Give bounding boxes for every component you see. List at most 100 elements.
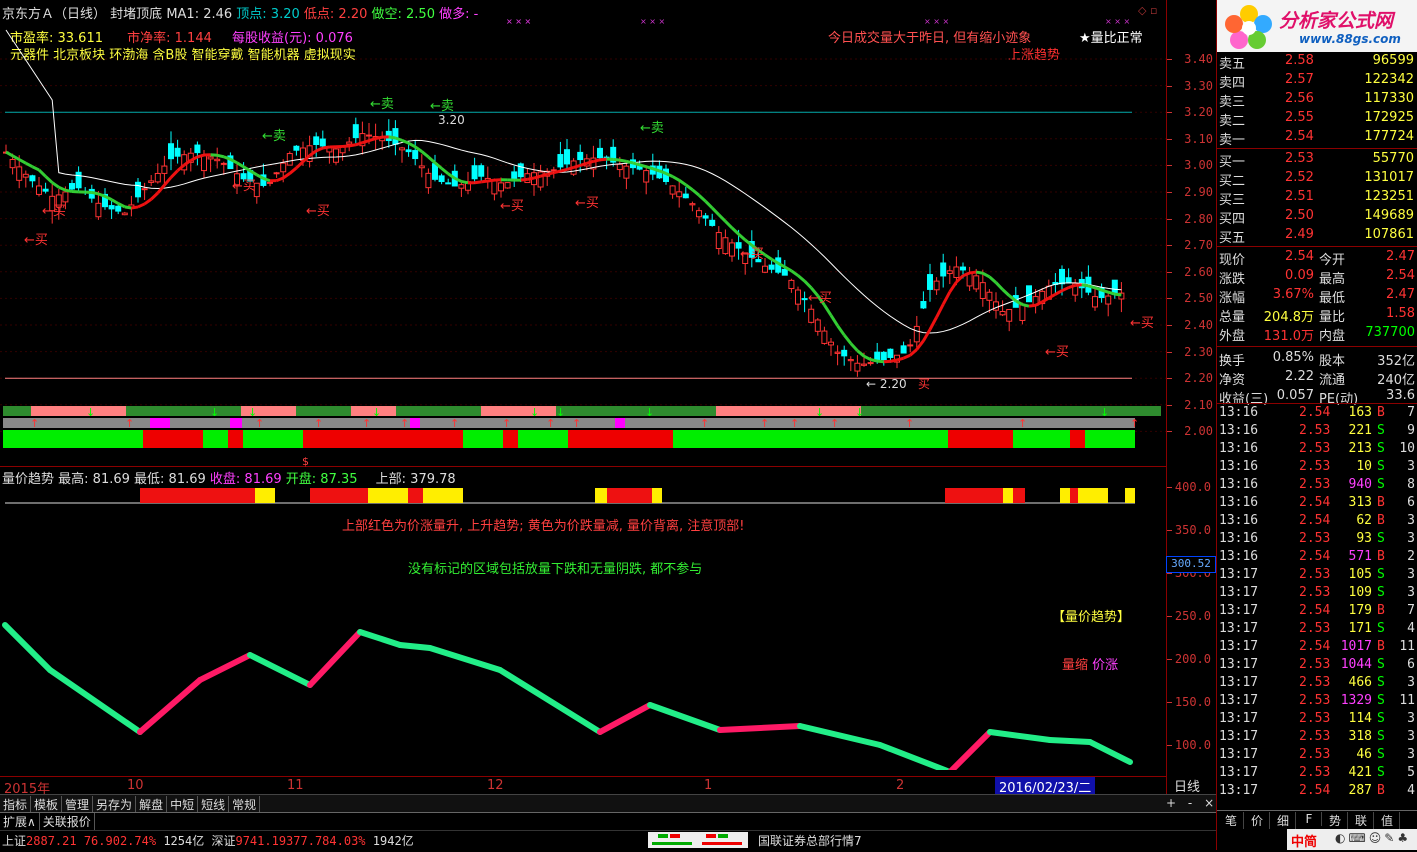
bid-row[interactable]: 买一2.5355770 xyxy=(1217,150,1417,169)
toolbar-button[interactable]: 常规 xyxy=(229,796,260,813)
ask-row[interactable]: 卖四2.57122342 xyxy=(1217,71,1417,90)
close-chart-button[interactable]: × xyxy=(1204,796,1214,810)
tick-side: S xyxy=(1377,693,1385,708)
right-tab[interactable]: 值 xyxy=(1375,812,1400,829)
ask-row[interactable]: 卖一2.54177724 xyxy=(1217,128,1417,147)
toolbar-button[interactable]: 解盘 xyxy=(136,796,167,813)
bid-row[interactable]: 买三2.51123251 xyxy=(1217,188,1417,207)
toolbar-button[interactable]: 短线 xyxy=(198,796,229,813)
toolbar-button[interactable]: 中短 xyxy=(167,796,198,813)
trend-line-segment xyxy=(541,174,548,176)
ask-row[interactable]: 卖三2.56117330 xyxy=(1217,90,1417,109)
zoom-in-button[interactable]: + xyxy=(1166,796,1176,810)
trend-line-segment xyxy=(851,343,858,350)
volume-trend-block xyxy=(310,488,368,503)
expand-tab[interactable]: 扩展∧ xyxy=(0,813,40,830)
ask-row[interactable]: 卖二2.55172925 xyxy=(1217,109,1417,128)
candle-body xyxy=(400,148,405,150)
low-buy-label: 买 xyxy=(918,377,930,391)
quote-row: 换手0.85%股本352亿 xyxy=(1217,349,1417,368)
right-tab[interactable]: F xyxy=(1297,812,1322,826)
trend-line-segment xyxy=(376,137,383,138)
trend-line-segment xyxy=(131,207,138,208)
lower-tick-label: 350.0 xyxy=(1175,523,1211,537)
price-tick-label: 2.30 xyxy=(1184,345,1213,359)
quote-label: 今开 xyxy=(1319,249,1345,268)
bid-row[interactable]: 买二2.52131017 xyxy=(1217,169,1417,188)
related-quote-tab[interactable]: 关联报价 xyxy=(40,813,95,830)
zoom-out-button[interactable]: - xyxy=(1188,796,1192,810)
main-chart-area[interactable]: 京东方Ａ（日线） 封堵顶底 MA1: 2.46 顶点: 3.20 低点: 2.2… xyxy=(0,0,1166,795)
price-tick-label: 2.80 xyxy=(1184,212,1213,226)
candle-body xyxy=(868,363,873,364)
toolbar-button[interactable]: 另存为 xyxy=(93,796,136,813)
ime-toolbar[interactable]: 中简 ◐⌨☺✎♣ xyxy=(1287,829,1417,850)
tick-side: B xyxy=(1377,549,1385,564)
period-label[interactable]: 日线 xyxy=(1174,776,1200,795)
tick-side: S xyxy=(1377,585,1385,600)
candle-body xyxy=(703,216,708,218)
volume-trend-block xyxy=(140,488,255,503)
tick-volume: 421 xyxy=(1349,765,1372,780)
price-tick-label: 2.70 xyxy=(1184,238,1213,252)
tick-time: 13:16 xyxy=(1219,423,1258,438)
price-tick-mark xyxy=(1167,298,1172,299)
tick-side: B xyxy=(1377,513,1385,528)
tick-count: 11 xyxy=(1399,639,1415,654)
logo-url: www.88gs.com xyxy=(1299,32,1401,46)
price-tick-mark xyxy=(1167,139,1172,140)
right-tab[interactable]: 细 xyxy=(1271,812,1296,829)
up-arrow-icon: ↑ xyxy=(572,417,581,430)
trend-line-segment xyxy=(805,281,812,288)
tick-price: 2.53 xyxy=(1299,567,1330,582)
tick-volume: 171 xyxy=(1349,621,1372,636)
tick-count: 3 xyxy=(1407,675,1415,690)
sz-value: 9741.19 xyxy=(235,834,286,848)
tick-side: S xyxy=(1377,657,1385,672)
buy-marker: ←买 xyxy=(42,204,66,219)
candle-body xyxy=(855,363,860,371)
candle-body xyxy=(122,213,127,215)
up-arrow-icon: ↑ xyxy=(30,417,39,430)
quote-label: 内盘 xyxy=(1319,325,1345,344)
right-tab[interactable]: 势 xyxy=(1323,812,1348,829)
trend-line-segment xyxy=(567,167,574,169)
bid-row[interactable]: 买四2.50149689 xyxy=(1217,207,1417,226)
bid-row[interactable]: 买五2.49107861 xyxy=(1217,226,1417,245)
right-tab[interactable]: 笔 xyxy=(1219,812,1244,829)
candle-body xyxy=(551,170,556,171)
candle-body xyxy=(914,326,919,341)
lower-tick-mark xyxy=(1167,745,1172,746)
ask-price: 2.54 xyxy=(1285,129,1314,144)
tick-side: B xyxy=(1377,495,1385,510)
candle-body xyxy=(565,150,570,164)
price-tick-label: 3.40 xyxy=(1184,52,1213,66)
tick-volume: 1044 xyxy=(1341,657,1372,672)
price-tick-label: 2.10 xyxy=(1184,398,1213,412)
right-tab[interactable]: 联 xyxy=(1349,812,1374,829)
indicator-toolbar: 指标模板管理另存为解盘中短短线常规 + - × xyxy=(0,794,1216,813)
trend-line-segment xyxy=(1115,294,1122,295)
ask-row[interactable]: 卖五2.5896599 xyxy=(1217,52,1417,71)
tick-time: 13:16 xyxy=(1219,531,1258,546)
candle-body xyxy=(763,266,768,272)
toolbar-button[interactable]: 管理 xyxy=(62,796,93,813)
market-breadth-widget[interactable] xyxy=(648,832,748,848)
bid-price: 2.49 xyxy=(1285,227,1314,242)
buy-marker: ←买 xyxy=(740,247,764,262)
trend-line-segment xyxy=(296,162,303,168)
zoom-controls[interactable]: + - × xyxy=(1166,796,1214,810)
quote-label: 最高 xyxy=(1319,268,1345,287)
sell-marker: ←卖 xyxy=(640,121,664,136)
tick-time: 13:16 xyxy=(1219,549,1258,564)
right-tab[interactable]: 价 xyxy=(1245,812,1270,829)
tick-list[interactable]: 13:162.54163B713:162.53221S913:162.53213… xyxy=(1217,403,1417,800)
bid-price: 2.50 xyxy=(1285,208,1314,223)
trend-line-segment xyxy=(1062,288,1069,291)
signal-strip-a xyxy=(3,406,31,416)
toolbar-button[interactable]: 模板 xyxy=(31,796,62,813)
volume-trend-block xyxy=(1060,488,1070,503)
toolbar-button[interactable]: 指标 xyxy=(0,796,31,813)
tick-price: 2.54 xyxy=(1299,513,1330,528)
candle-body xyxy=(829,342,834,345)
